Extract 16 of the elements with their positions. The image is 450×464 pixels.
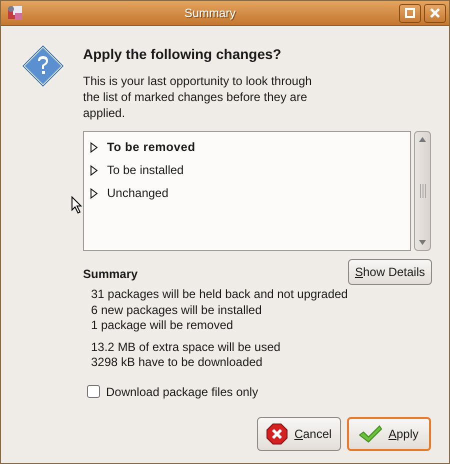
- dialog-heading: Apply the following changes?: [83, 45, 282, 64]
- apply-button[interactable]: Apply: [347, 416, 431, 450]
- tree-item[interactable]: To be removed: [107, 138, 196, 156]
- summary-heading: Summary: [83, 266, 139, 283]
- cancel-button[interactable]: Cancel: [257, 416, 341, 450]
- summary-line: 1 package will be removed: [90, 318, 234, 334]
- window-title: Summary: [183, 5, 237, 22]
- checkbox-label: Download package files only: [106, 384, 258, 400]
- show-details-button[interactable]: Show Details: [348, 259, 432, 285]
- dialog-message: This is your last opportunity to look through the list of marked changes before they are applied.: [83, 73, 313, 121]
- summary-line: 13.2 MB of extra space will be used: [90, 340, 282, 355]
- summary-line: 3298 kB have to be downloaded: [90, 355, 264, 370]
- tree-item[interactable]: Unchanged: [107, 184, 168, 202]
- summary-line: 31 packages will be held back and not upgraded: [90, 287, 348, 302]
- summary-line: 6 new packages will be installed: [90, 302, 263, 318]
- tree-item[interactable]: To be installed: [107, 160, 184, 178]
